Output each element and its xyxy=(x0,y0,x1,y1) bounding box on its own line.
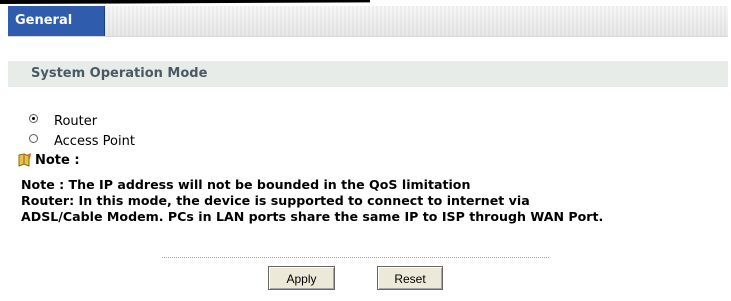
radio-access-point-button[interactable] xyxy=(29,134,38,143)
radio-access-point-label: Access Point xyxy=(54,134,135,149)
radio-router-label: Router xyxy=(54,114,98,129)
page: General System Operation Mode Router Acc… xyxy=(0,0,731,301)
tab-general[interactable]: General xyxy=(8,6,105,36)
radio-router-button[interactable] xyxy=(29,114,38,123)
reset-button[interactable]: Reset xyxy=(377,266,443,290)
note-line-3: ADSL/Cable Modem. PCs in LAN ports share… xyxy=(21,209,604,224)
tab-bar: General xyxy=(8,6,728,37)
note-text: Note : The IP address will not be bounde… xyxy=(21,177,603,225)
divider xyxy=(162,257,549,258)
apply-button[interactable]: Apply xyxy=(268,266,335,290)
note-icon xyxy=(18,153,31,167)
note-line-2: Router: In this mode, the device is supp… xyxy=(21,193,530,208)
note-label: Note : xyxy=(35,153,80,168)
section-title: System Operation Mode xyxy=(8,61,728,87)
top-edge-artifact xyxy=(0,0,370,4)
note-line-1: Note : The IP address will not be bounde… xyxy=(21,177,471,192)
